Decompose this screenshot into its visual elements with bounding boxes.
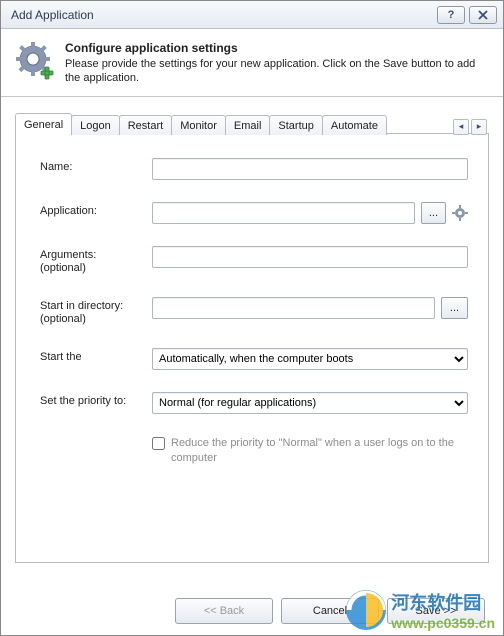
close-button[interactable] <box>469 6 497 24</box>
tab-logon[interactable]: Logon <box>71 115 120 135</box>
save-button[interactable]: Save >> <box>387 598 485 624</box>
chevron-left-icon: ◂ <box>459 121 464 132</box>
row-application: Application: ... <box>40 202 468 224</box>
header-title: Configure application settings <box>65 41 489 55</box>
application-browse-button[interactable]: ... <box>421 202 446 224</box>
header-banner: Configure application settings Please pr… <box>1 29 503 97</box>
help-button[interactable]: ? <box>437 6 465 24</box>
tab-container: General Logon Restart Monitor Email Star… <box>15 133 489 563</box>
content-area: General Logon Restart Monitor Email Star… <box>1 97 503 577</box>
label-name: Name: <box>40 158 152 174</box>
row-priority: Set the priority to: Normal (for regular… <box>40 392 468 414</box>
start-dir-browse-button[interactable]: ... <box>441 297 468 319</box>
row-start-dir: Start in directory: (optional) ... <box>40 297 468 326</box>
header-subtitle: Please provide the settings for your new… <box>65 57 489 86</box>
chevron-right-icon: ▸ <box>477 121 482 132</box>
tab-email[interactable]: Email <box>225 115 271 135</box>
start-the-select[interactable]: Automatically, when the computer boots <box>152 348 468 370</box>
reduce-priority-checkbox-wrap[interactable]: Reduce the priority to "Normal" when a u… <box>152 436 468 465</box>
start-dir-input[interactable] <box>152 297 435 319</box>
label-start-dir: Start in directory: (optional) <box>40 297 152 326</box>
help-icon: ? <box>448 9 455 21</box>
general-form: Name: Application: ... Argum <box>16 134 488 483</box>
label-application: Application: <box>40 202 152 218</box>
tab-general[interactable]: General <box>15 113 72 135</box>
tab-restart[interactable]: Restart <box>119 115 172 135</box>
application-input[interactable] <box>152 202 415 224</box>
tab-startup[interactable]: Startup <box>269 115 322 135</box>
tab-monitor[interactable]: Monitor <box>171 115 226 135</box>
row-arguments: Arguments: (optional) <box>40 246 468 275</box>
label-start-the: Start the <box>40 348 152 364</box>
row-reduce-priority: Reduce the priority to "Normal" when a u… <box>40 436 468 465</box>
dialog-window: Add Application ? <box>0 0 504 636</box>
tab-scroll-right[interactable]: ▸ <box>471 119 487 135</box>
label-arguments: Arguments: (optional) <box>40 246 152 275</box>
tab-scroll: ◂ ▸ <box>451 119 489 135</box>
tab-scroll-left[interactable]: ◂ <box>453 119 469 135</box>
row-start-the: Start the Automatically, when the comput… <box>40 348 468 370</box>
reduce-priority-label: Reduce the priority to "Normal" when a u… <box>171 436 468 465</box>
header-text: Configure application settings Please pr… <box>65 41 489 86</box>
label-priority: Set the priority to: <box>40 392 152 408</box>
window-title: Add Application <box>11 8 433 22</box>
close-icon <box>477 9 489 21</box>
back-button[interactable]: << Back <box>175 598 273 624</box>
tab-strip: General Logon Restart Monitor Email Star… <box>15 112 489 135</box>
name-input[interactable] <box>152 158 468 180</box>
tab-automate[interactable]: Automate <box>322 115 387 135</box>
arguments-input[interactable] <box>152 246 468 268</box>
titlebar: Add Application ? <box>1 1 503 29</box>
gear-add-icon <box>15 41 55 81</box>
cancel-button[interactable]: Cancel <box>281 598 379 624</box>
reduce-priority-checkbox[interactable] <box>152 437 165 450</box>
footer: << Back Cancel Save >> <box>1 587 503 635</box>
application-settings-icon[interactable] <box>452 205 468 221</box>
priority-select[interactable]: Normal (for regular applications) <box>152 392 468 414</box>
row-name: Name: <box>40 158 468 180</box>
